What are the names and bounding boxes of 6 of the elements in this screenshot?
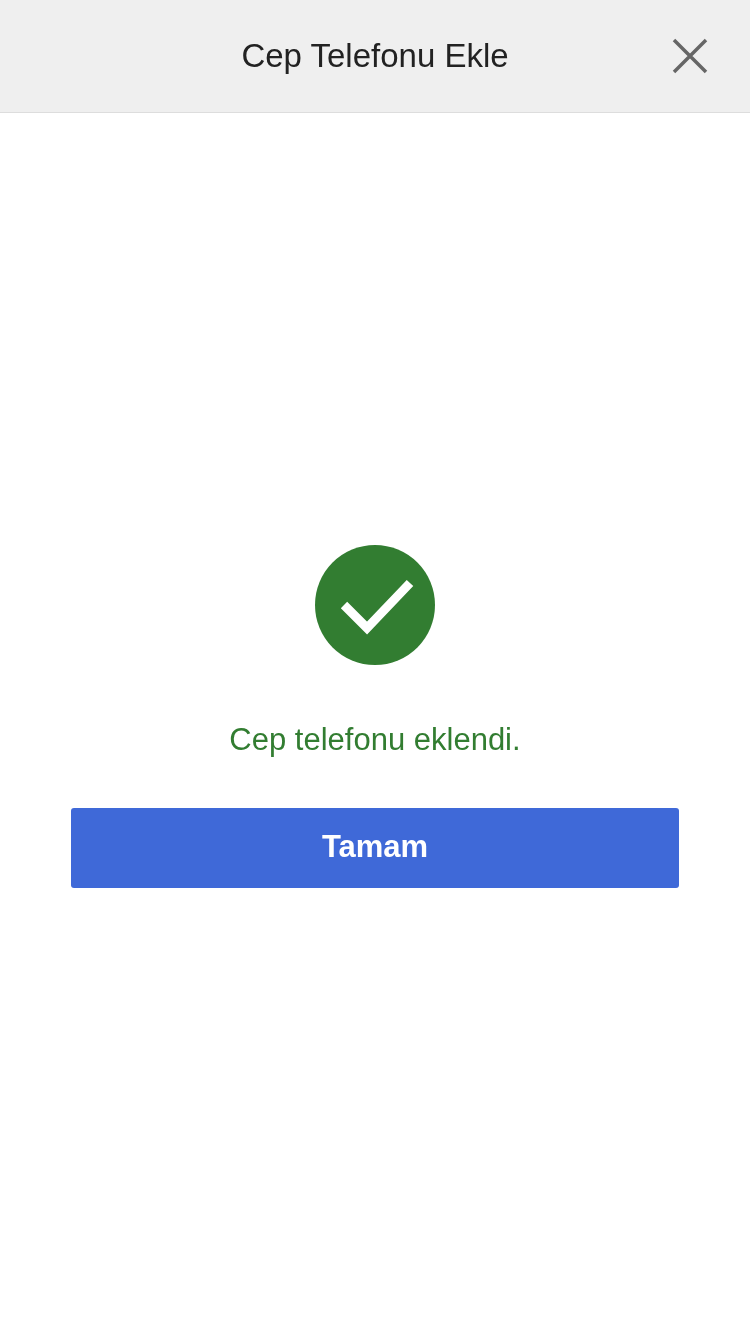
ok-button[interactable]: Tamam — [71, 807, 679, 888]
close-button[interactable] — [672, 38, 708, 74]
success-check-icon — [315, 545, 435, 665]
dialog-title: Cep Telefonu Ekle — [241, 36, 509, 77]
success-message: Cep telefonu eklendi. — [229, 721, 521, 759]
close-icon — [672, 38, 708, 74]
